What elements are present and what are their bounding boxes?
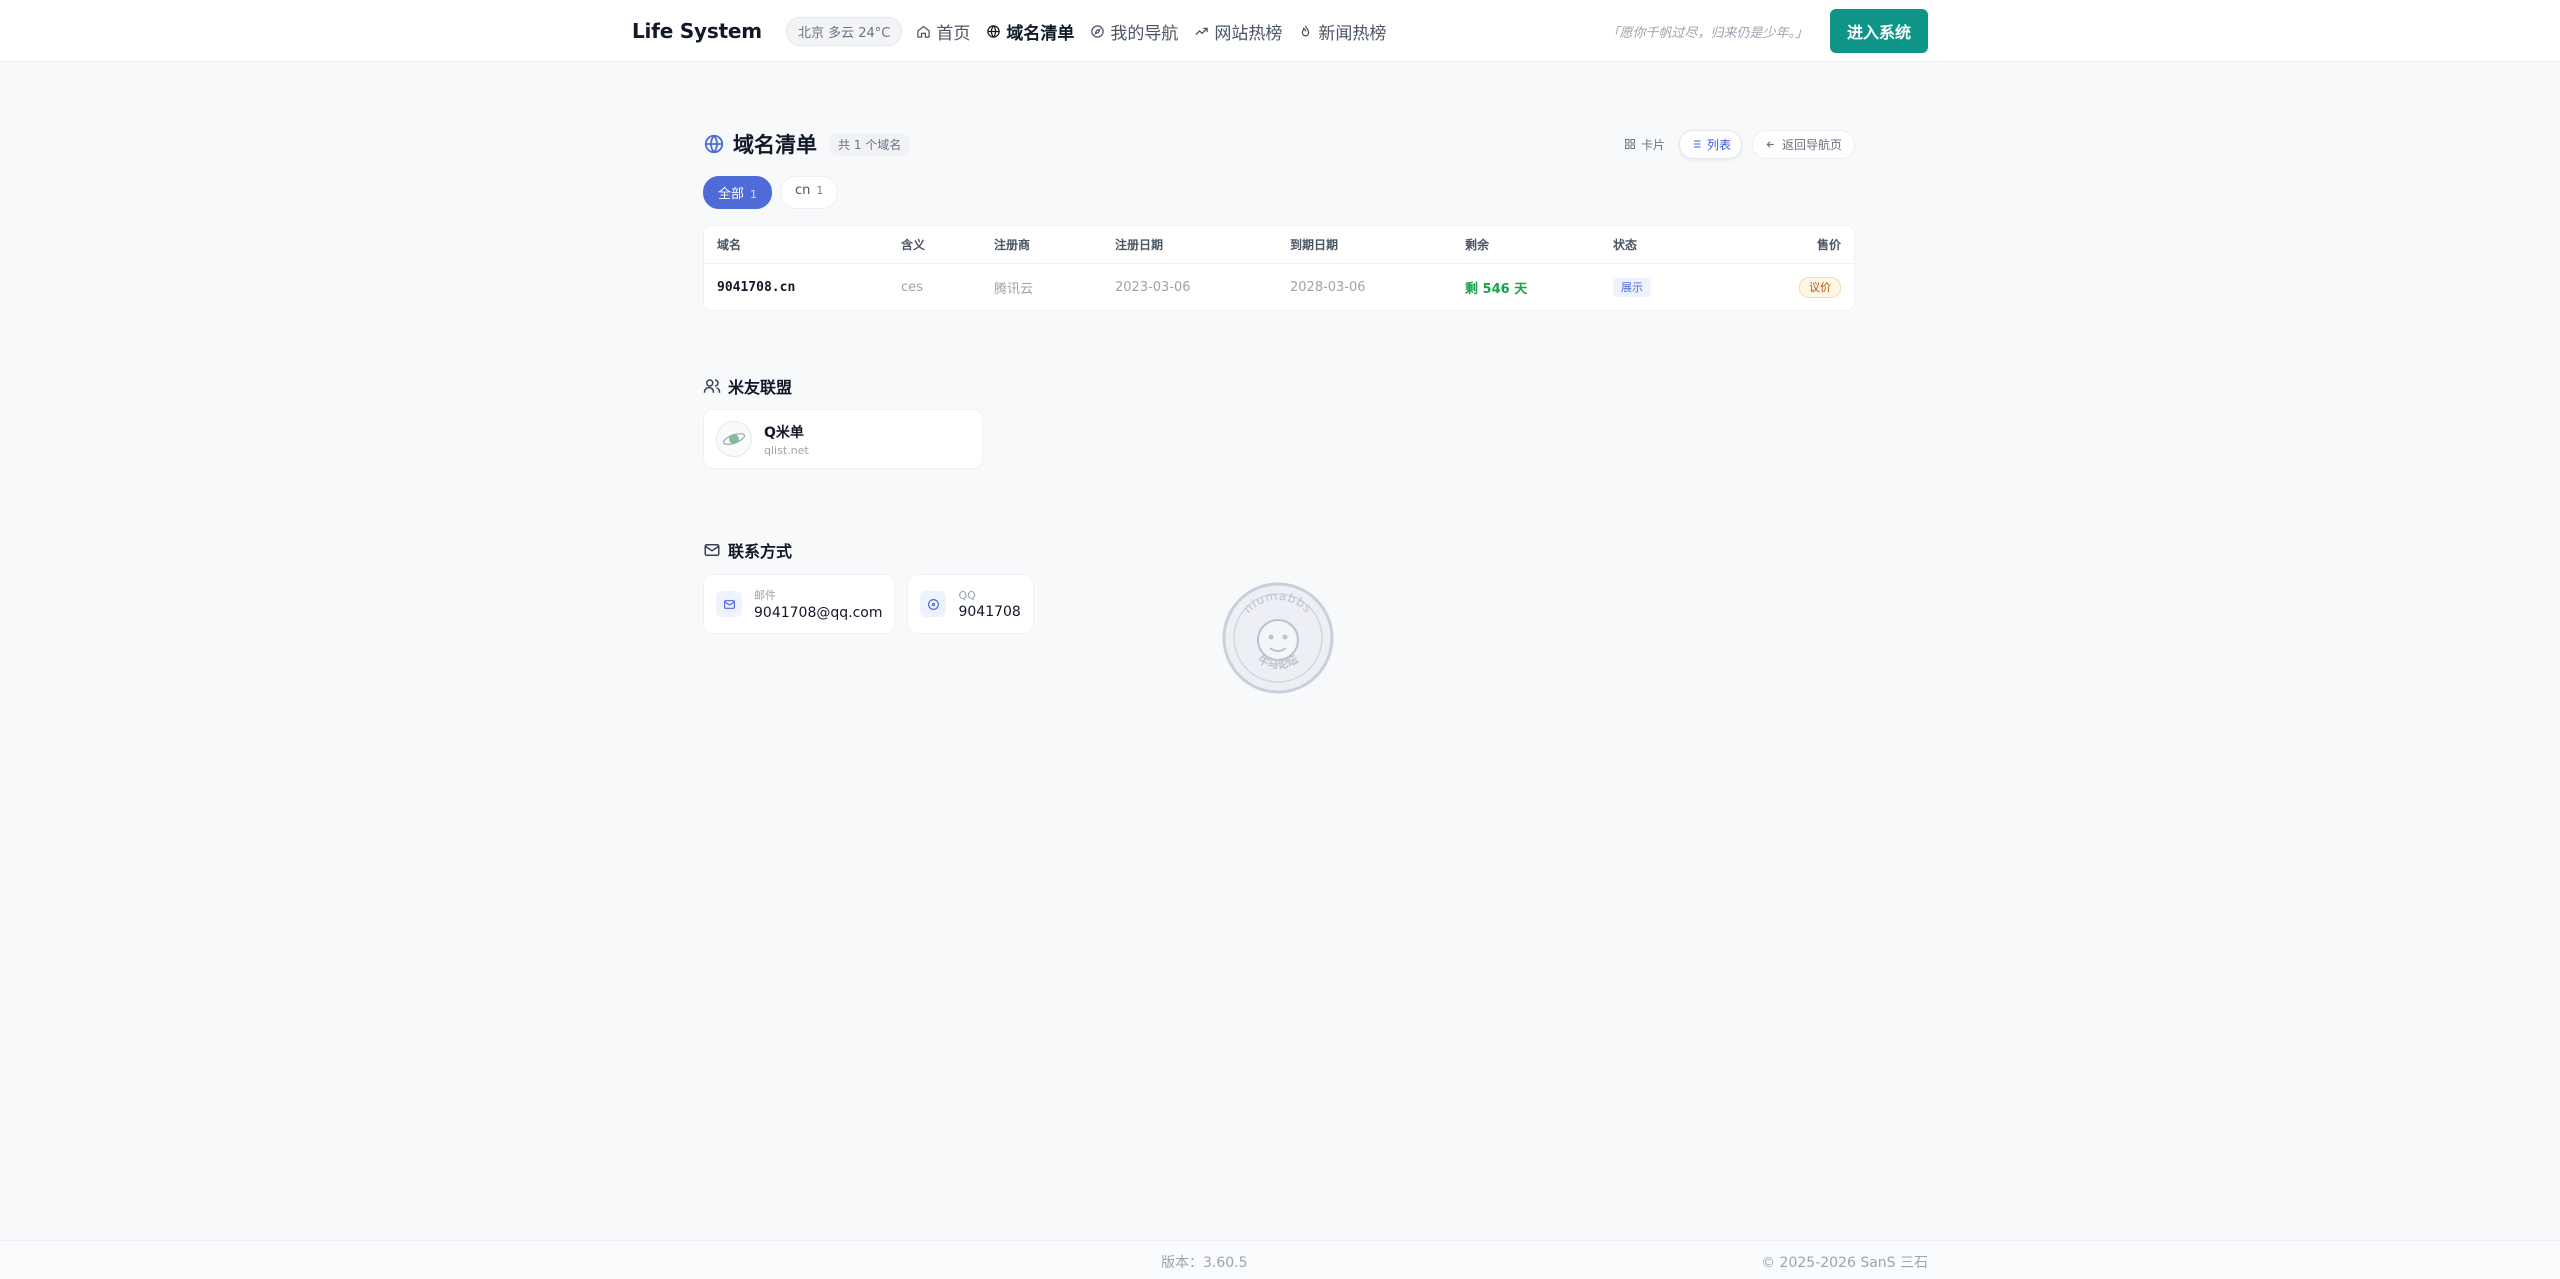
friend-logo — [716, 421, 752, 457]
nav-home-label: 首页 — [936, 23, 971, 44]
main-nav: 首页 域名清单 我的导航 网站热榜 新闻热榜 — [916, 19, 1386, 44]
card-view-button[interactable]: 卡片 — [1614, 131, 1675, 158]
filter-all-count: 1 — [750, 188, 758, 201]
friends-title: 米友联盟 — [703, 374, 983, 398]
nav-my-navigation[interactable]: 我的导航 — [1090, 19, 1178, 44]
domain-name[interactable]: 9041708.cn — [717, 280, 901, 295]
contact-qq-value: 9041708 — [958, 603, 1021, 620]
list-view-button[interactable]: 列表 — [1678, 129, 1742, 159]
filter-cn-label: cn — [795, 183, 811, 198]
friend-url: qlist.net — [764, 443, 809, 457]
flame-icon — [1302, 25, 1310, 36]
nav-news-trending[interactable]: 新闻热榜 — [1298, 19, 1386, 44]
main-content: 域名清单 共 1 个域名 卡片 列表 返回导航页 全部 1 cn 1 域名 含义… — [703, 122, 1855, 634]
friend-link-card[interactable]: Q米单 qlist.net — [703, 409, 983, 469]
mail-icon — [704, 544, 720, 556]
status-badge: 展示 — [1613, 278, 1651, 297]
column-header-domain: 域名 — [717, 238, 742, 252]
column-header-price: 售价 — [1816, 238, 1841, 252]
contact-email-card[interactable]: 邮件 9041708@qq.com — [703, 574, 896, 634]
column-header-status: 状态 — [1613, 238, 1638, 252]
contact-title: 联系方式 — [703, 538, 1034, 562]
nav-domains[interactable]: 域名清单 — [986, 19, 1074, 44]
contact-section: 联系方式 邮件 9041708@qq.com QQ 9041708 — [703, 538, 1034, 634]
domain-registrar: 腾讯云 — [994, 281, 1034, 297]
back-to-nav-button[interactable]: 返回导航页 — [1751, 129, 1855, 159]
view-toggle: 卡片 列表 — [1614, 129, 1742, 159]
friend-name: Q米单 — [764, 424, 804, 441]
domain-list-header: 域名清单 共 1 个域名 卡片 列表 返回导航页 — [703, 122, 1855, 166]
qq-icon — [928, 598, 939, 610]
contact-qq-card[interactable]: QQ 9041708 — [907, 574, 1034, 634]
column-header-expires: 到期日期 — [1290, 238, 1339, 252]
contact-email-value: 9041708@qq.com — [754, 605, 883, 621]
users-icon — [703, 379, 721, 393]
friends-section: 米友联盟 Q米单 qlist.net — [703, 374, 983, 469]
table-row[interactable]: 9041708.cn ces 腾讯云 2023-03-06 2028-03-06… — [704, 264, 1854, 310]
brand-logo[interactable]: Life System — [632, 19, 762, 43]
filter-all[interactable]: 全部 1 — [703, 176, 773, 209]
footer-copyright: © 2025-2026 SanS 三石 — [1761, 1255, 1928, 1271]
filter-cn[interactable]: cn 1 — [780, 176, 839, 209]
back-to-nav-label: 返回导航页 — [1781, 137, 1842, 152]
column-header-registered: 注册日期 — [1115, 238, 1164, 252]
nav-site-trending[interactable]: 网站热榜 — [1194, 19, 1282, 44]
weather-badge: 北京 多云 24°C — [785, 16, 903, 46]
nav-domains-label: 域名清单 — [1006, 23, 1075, 44]
footer: 版本：3.60.5 © 2025-2026 SanS 三石 — [0, 1240, 2560, 1279]
trending-icon — [1195, 27, 1209, 35]
grid-icon — [1624, 139, 1635, 149]
compass-icon — [1091, 24, 1105, 38]
domain-status-cell: 展示 — [1613, 278, 1753, 297]
contact-qq-icon-box — [920, 591, 947, 617]
domain-expiry-date: 2028-03-06 — [1290, 279, 1366, 295]
table-header-row: 域名 含义 注册商 注册日期 到期日期 剩余 状态 售价 — [704, 226, 1854, 264]
filter-all-label: 全部 — [718, 187, 745, 202]
price-badge[interactable]: 议价 — [1799, 277, 1841, 298]
top-header: Life System 北京 多云 24°C 首页 域名清单 我的导航 网站热榜… — [0, 0, 2560, 62]
contact-email-label: 邮件 — [754, 589, 776, 602]
watermark-seal: niumabbs 牛马论坛 — [1222, 582, 1334, 694]
domain-count-badge: 共 1 个域名 — [829, 132, 911, 156]
domain-meaning: ces — [901, 279, 923, 295]
footer-version: 版本：3.60.5 — [1161, 1255, 1248, 1271]
nav-my-navigation-label: 我的导航 — [1110, 23, 1179, 44]
slogan-text: 「愿你千帆过尽，归来仍是少年。」 — [1606, 25, 1808, 41]
nav-news-trending-label: 新闻热榜 — [1318, 23, 1387, 44]
contact-qq-label: QQ — [958, 588, 976, 602]
planet-icon — [722, 433, 746, 445]
enter-system-button[interactable]: 进入系统 — [1829, 9, 1928, 53]
domain-remaining-days: 剩 546 天 — [1465, 281, 1528, 297]
mail-icon — [723, 599, 735, 609]
contact-title-text: 联系方式 — [728, 542, 793, 561]
domain-registered-date: 2023-03-06 — [1115, 279, 1191, 295]
filter-cn-count: 1 — [816, 184, 824, 197]
globe-icon — [704, 134, 724, 154]
nav-home[interactable]: 首页 — [916, 19, 970, 44]
page-title: 域名清单 — [733, 133, 817, 157]
domain-price-cell: 议价 — [1753, 277, 1841, 298]
domain-table: 域名 含义 注册商 注册日期 到期日期 剩余 状态 售价 9041708.cn … — [703, 225, 1855, 311]
contact-cards: 邮件 9041708@qq.com QQ 9041708 — [703, 574, 1034, 634]
arrow-left-icon — [1766, 140, 1774, 148]
card-view-label: 卡片 — [1640, 137, 1665, 152]
list-view-label: 列表 — [1706, 137, 1731, 152]
suffix-filters: 全部 1 cn 1 — [703, 176, 1855, 209]
nav-site-trending-label: 网站热榜 — [1214, 23, 1283, 44]
friends-title-text: 米友联盟 — [728, 378, 793, 397]
home-icon — [917, 25, 931, 38]
globe-icon — [987, 24, 1001, 38]
column-header-registrar: 注册商 — [994, 238, 1031, 252]
column-header-remaining: 剩余 — [1465, 238, 1490, 252]
list-icon — [1691, 140, 1701, 148]
column-header-meaning: 含义 — [901, 238, 926, 252]
contact-email-icon-box — [716, 591, 742, 617]
